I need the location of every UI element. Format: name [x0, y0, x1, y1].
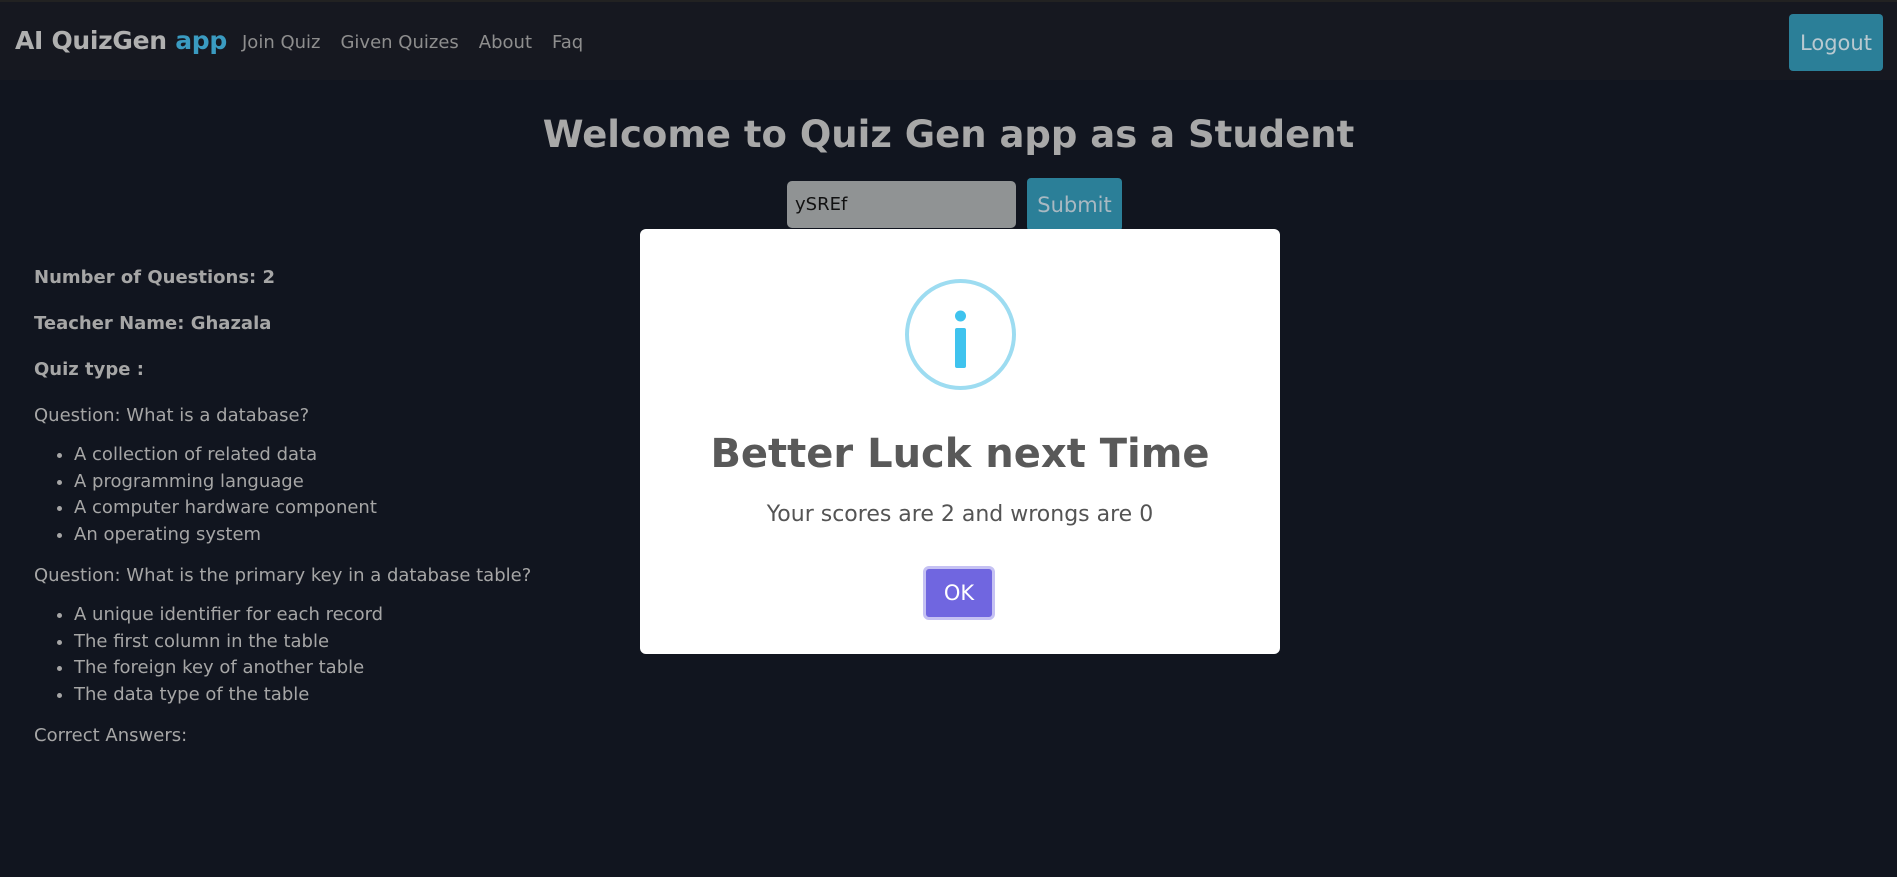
result-dialog: Better Luck next Time Your scores are 2 … [640, 229, 1280, 654]
dialog-message: Your scores are 2 and wrongs are 0 [766, 502, 1154, 527]
info-icon [905, 279, 1016, 390]
dialog-title: Better Luck next Time [710, 431, 1210, 477]
ok-button[interactable]: OK [923, 566, 995, 620]
